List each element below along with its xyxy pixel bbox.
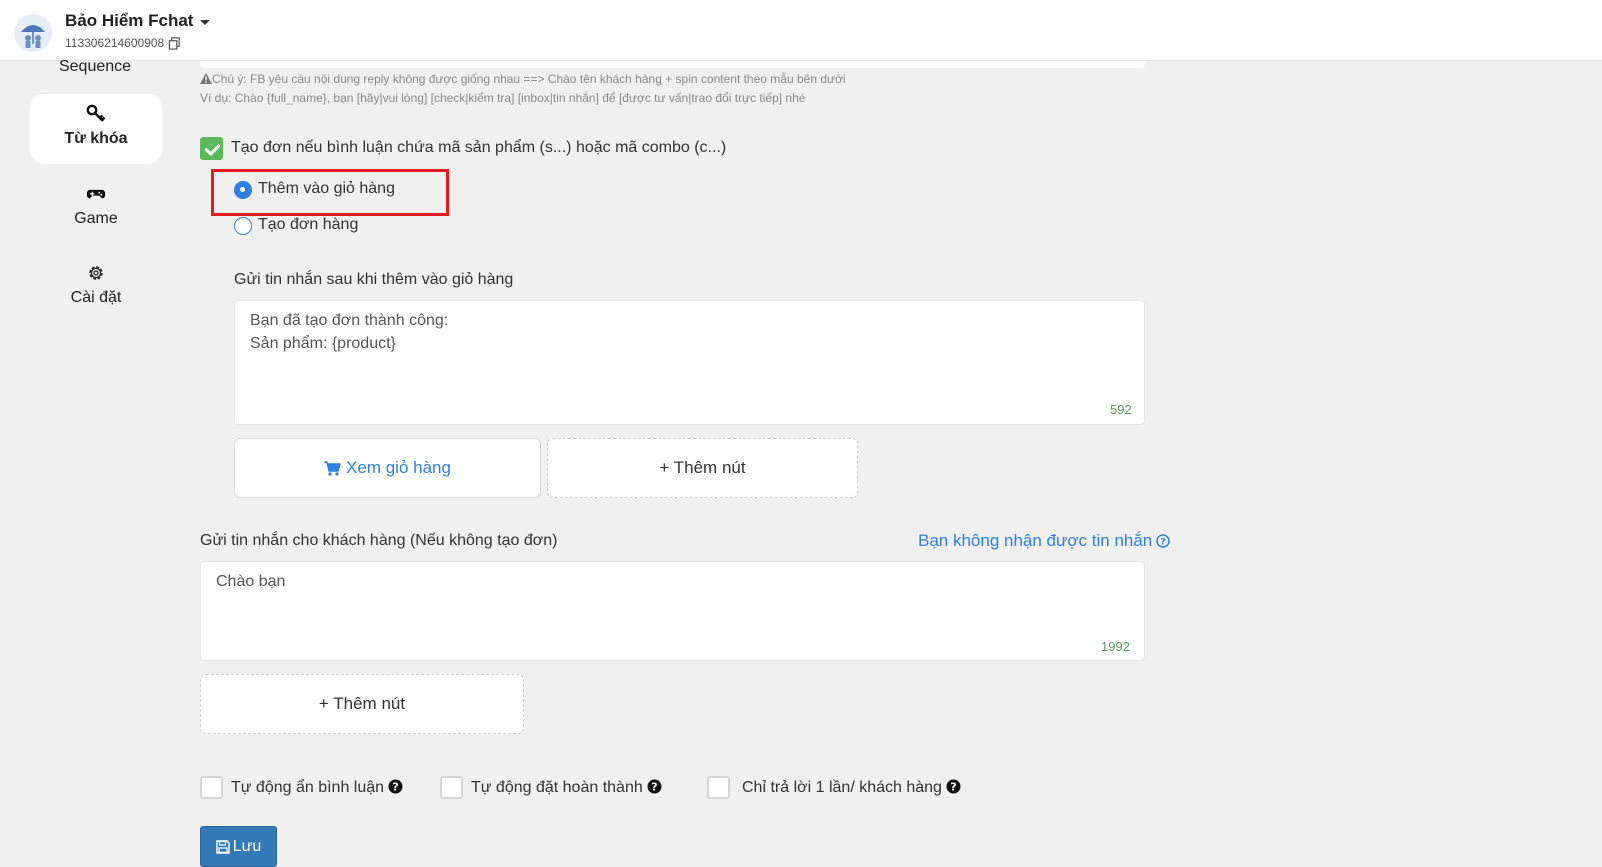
sidebar-item-label: Game bbox=[74, 210, 118, 227]
page-header: Bảo Hiểm Fchat 113306214600908 bbox=[0, 0, 1602, 61]
cart-message-label: Gửi tin nhắn sau khi thêm vào giỏ hàng bbox=[234, 271, 514, 288]
create-order-label: Tạo đơn nếu bình luận chứa mã sản phẩm (… bbox=[231, 139, 727, 156]
page-id-row: 113306214600908 bbox=[65, 36, 181, 50]
note-line-1: Chú ý: FB yêu cầu nội dung reply không đ… bbox=[212, 72, 846, 86]
reply-once-label: Chỉ trả lời 1 lần/ khách hàng bbox=[742, 779, 942, 796]
auto-hide-comment-label: Tự động ẩn bình luận bbox=[231, 779, 385, 796]
spin-content-note: Chú ý: FB yêu cầu nội dung reply không đ… bbox=[200, 70, 846, 108]
cart-message-textarea[interactable]: Bạn đã tạo đơn thành công: Sản phẩm: {pr… bbox=[234, 300, 1145, 425]
warning-icon bbox=[200, 73, 212, 84]
add-button-cart[interactable]: + Thêm nút bbox=[547, 438, 858, 498]
reply-textarea-bottom-edge[interactable] bbox=[200, 61, 1145, 68]
create-order-checkbox[interactable] bbox=[200, 137, 223, 160]
view-cart-label: Xem giỏ hàng bbox=[346, 458, 451, 477]
copy-icon[interactable] bbox=[168, 36, 181, 50]
reply-once-checkbox[interactable] bbox=[707, 776, 730, 799]
help-link-label: Bạn không nhận được tin nhắn bbox=[918, 531, 1153, 550]
gamepad-icon bbox=[86, 189, 106, 199]
customer-message-value: Chào bạn bbox=[216, 573, 286, 590]
customer-message-textarea[interactable]: Chào bạn bbox=[200, 561, 1145, 661]
radio-add-to-cart-label[interactable]: Thêm vào giỏ hàng bbox=[258, 180, 395, 198]
key-icon bbox=[86, 104, 106, 122]
avatar-umbrella-image bbox=[14, 14, 52, 52]
page-id: 113306214600908 bbox=[65, 36, 165, 50]
note-line-warning: Chú ý: FB yêu cầu nội dung reply không đ… bbox=[200, 70, 846, 89]
auto-complete-label: Tự động đặt hoàn thành bbox=[471, 779, 643, 796]
sidebar-item-label: Cài đặt bbox=[70, 289, 122, 306]
cart-message-char-counter: 592 bbox=[1110, 402, 1132, 417]
note-line-2: Ví dụ: Chào {full_name}, bạn [hãy|vui lò… bbox=[200, 91, 806, 105]
save-button[interactable]: Lưu bbox=[200, 826, 277, 867]
floppy-disk-icon bbox=[216, 839, 230, 854]
page-name: Bảo Hiểm Fchat bbox=[65, 11, 194, 30]
auto-complete-checkbox[interactable] bbox=[440, 776, 463, 799]
question-circle-icon[interactable]: ? bbox=[946, 779, 961, 794]
sidebar-item-label: Từ khóa bbox=[64, 130, 128, 147]
sidebar-item-game[interactable]: Game bbox=[30, 174, 162, 244]
page-avatar[interactable] bbox=[14, 14, 52, 52]
sidebar-item-settings[interactable]: Cài đặt bbox=[30, 253, 162, 323]
svg-text:?: ? bbox=[651, 781, 657, 794]
sidebar-item-sequence[interactable]: Sequence bbox=[0, 58, 190, 76]
svg-text:?: ? bbox=[1161, 538, 1166, 548]
question-circle-icon[interactable]: ? bbox=[388, 779, 403, 794]
customer-message-label: Gửi tin nhắn cho khách hàng (Nếu không t… bbox=[200, 532, 558, 549]
cart-message-line-2: Sản phẩm: {product} bbox=[250, 335, 396, 352]
caret-down-icon bbox=[200, 19, 211, 25]
page-name-dropdown[interactable]: Bảo Hiểm Fchat bbox=[65, 11, 211, 31]
customer-message-char-counter: 1992 bbox=[1101, 639, 1130, 654]
question-circle-icon[interactable]: ? bbox=[647, 779, 662, 794]
sidebar: Sequence Từ khóa Game Cài đặt bbox=[0, 58, 190, 867]
add-button-label: + Thêm nút bbox=[659, 458, 746, 477]
radio-create-order[interactable] bbox=[234, 217, 252, 235]
shopping-cart-icon bbox=[324, 460, 341, 476]
radio-create-order-label[interactable]: Tạo đơn hàng bbox=[258, 216, 358, 234]
add-button-label: + Thêm nút bbox=[318, 694, 406, 713]
sidebar-item-keyword[interactable]: Từ khóa bbox=[30, 94, 162, 164]
auto-hide-comment-option: Tự động ẩn bình luận? bbox=[231, 779, 403, 797]
view-cart-button[interactable]: Xem giỏ hàng bbox=[234, 438, 541, 498]
radio-add-to-cart[interactable] bbox=[234, 181, 252, 199]
not-receiving-message-link[interactable]: Bạn không nhận được tin nhắn ? bbox=[918, 531, 1171, 551]
auto-complete-option: Tự động đặt hoàn thành? bbox=[471, 779, 662, 797]
question-circle-icon: ? bbox=[1156, 534, 1171, 548]
cart-message-line-1: Bạn đã tạo đơn thành công: bbox=[250, 312, 449, 329]
svg-text:?: ? bbox=[392, 781, 398, 794]
gear-icon bbox=[89, 266, 103, 280]
add-button-customer[interactable]: + Thêm nút bbox=[200, 674, 524, 734]
reply-once-option: Chỉ trả lời 1 lần/ khách hàng? bbox=[742, 779, 961, 797]
auto-hide-comment-checkbox[interactable] bbox=[200, 776, 223, 799]
svg-text:?: ? bbox=[950, 781, 956, 794]
save-label: Lưu bbox=[232, 837, 262, 855]
